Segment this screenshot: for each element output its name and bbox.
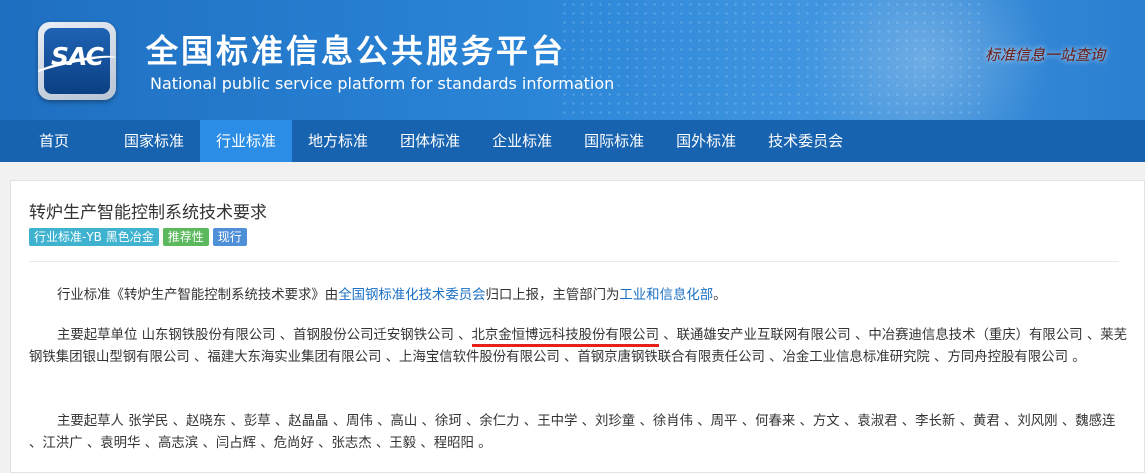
committee-link[interactable]: 全国钢标准化技术委员会 xyxy=(338,288,485,303)
drafting-units-paragraph: 主要起草单位 山东钢铁股份有限公司 、首钢股份公司迁安钢铁公司 、北京金恒博远科… xyxy=(29,325,1129,369)
nav-home[interactable]: 首页 xyxy=(0,120,108,162)
nav-foreign-standards[interactable]: 国外标准 xyxy=(660,120,752,162)
nav-technical-committees[interactable]: 技术委员会 xyxy=(752,120,859,162)
slogan-calligraphy: 标准信息一站查询 xyxy=(985,46,1106,64)
nav-enterprise-standards[interactable]: 企业标准 xyxy=(476,120,568,162)
drafters-paragraph: 主要起草人 张学民 、赵晓东 、彭草 、赵晶晶 、周伟 、高山 、徐珂 、余仁力… xyxy=(29,414,1116,451)
nav-international-standards[interactable]: 国际标准 xyxy=(568,120,660,162)
intro-suffix: 。 xyxy=(713,288,727,303)
logo-text: SAC xyxy=(51,42,104,71)
badge-status: 现行 xyxy=(212,228,247,246)
nav-local-standards[interactable]: 地方标准 xyxy=(292,120,384,162)
department-link[interactable]: 工业和信息化部 xyxy=(619,288,713,303)
badge-industry-category: 行业标准-YB 黑色冶金 xyxy=(29,228,159,246)
site-title-cn: 全国标准信息公共服务平台 xyxy=(146,32,567,70)
drafting-units-before: 主要起草单位 山东钢铁股份有限公司 、首钢股份公司迁安钢铁公司 、 xyxy=(57,328,472,343)
nav-national-standards[interactable]: 国家标准 xyxy=(108,120,200,162)
site-title-en: National public service platform for sta… xyxy=(150,74,615,93)
nav-industry-standards[interactable]: 行业标准 xyxy=(200,120,293,162)
section-divider xyxy=(29,261,1119,262)
header-banner: SAC 全国标准信息公共服务平台 National public service… xyxy=(0,0,1145,120)
intro-paragraph: 行业标准《转炉生产智能控制系统技术要求》由全国钢标准化技术委员会归口上报，主管部… xyxy=(29,285,1129,307)
standard-title: 转炉生产智能控制系统技术要求 xyxy=(29,203,267,223)
main-nav: 首页 国家标准 行业标准 地方标准 团体标准 企业标准 国际标准 国外标准 技术… xyxy=(0,120,1145,162)
highlighted-drafting-unit: 北京金恒博远科技股份有限公司 xyxy=(471,328,659,347)
intro-middle: 归口上报，主管部门为 xyxy=(485,288,620,303)
sac-logo[interactable]: SAC xyxy=(38,22,116,100)
badge-nature: 推荐性 xyxy=(162,228,209,246)
standard-badges: 行业标准-YB 黑色冶金 推荐性 现行 xyxy=(29,228,247,246)
intro-prefix: 行业标准《转炉生产智能控制系统技术要求》由 xyxy=(57,288,339,303)
nav-group-standards[interactable]: 团体标准 xyxy=(384,120,476,162)
